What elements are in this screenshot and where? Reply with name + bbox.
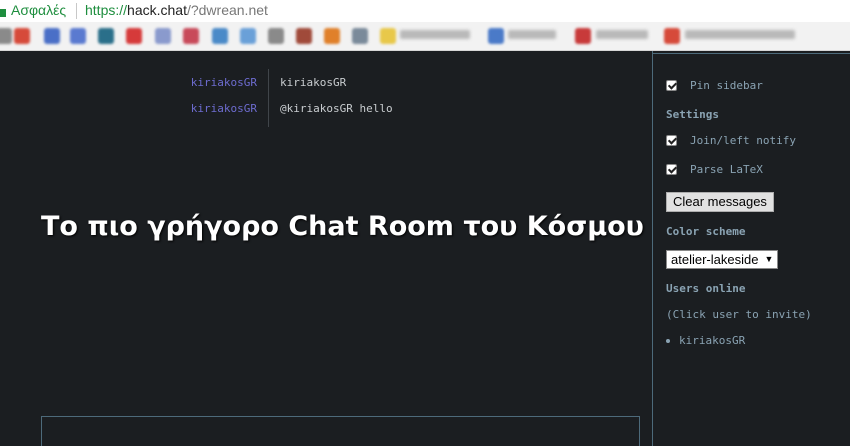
pin-sidebar-option[interactable]: Pin sidebar: [666, 79, 763, 92]
clear-messages-button[interactable]: Clear messages: [666, 192, 774, 212]
bookmark-icon[interactable]: [664, 28, 680, 44]
color-scheme-value: atelier-lakeside: [671, 252, 759, 267]
lock-icon: [0, 9, 6, 17]
pin-sidebar-checkbox[interactable]: [666, 80, 677, 91]
address-bar[interactable]: Ασφαλές https://hack.chat/?dwrean.net: [0, 0, 850, 22]
overlay-heading: Το πιο γρήγορο Chat Room του Κόσμου: [41, 211, 644, 242]
bookmark-icon[interactable]: [575, 28, 591, 44]
parse-latex-label: Parse LaTeX: [690, 163, 763, 176]
color-scheme-select[interactable]: atelier-lakeside ▼: [666, 250, 779, 269]
bookmark-label[interactable]: [400, 30, 470, 39]
message-text: kiriakosGR: [280, 76, 347, 89]
url-scheme: https://: [85, 2, 128, 18]
bookmark-icon[interactable]: [44, 28, 60, 44]
url-text[interactable]: https://hack.chat/?dwrean.net: [85, 2, 268, 18]
bookmark-icon[interactable]: [380, 28, 396, 44]
bookmark-icon[interactable]: [183, 28, 199, 44]
bookmark-icon[interactable]: [14, 28, 30, 44]
url-path: /?dwrean.net: [186, 2, 268, 18]
bullet-icon: [666, 338, 670, 343]
chat-message: kiriakosGR kiriakosGR: [0, 76, 652, 96]
nick-divider: [268, 69, 269, 127]
bookmark-icon[interactable]: [488, 28, 504, 44]
invite-hint: (Click user to invite): [666, 308, 812, 321]
bookmark-label[interactable]: [685, 30, 795, 39]
bookmark-icon[interactable]: [352, 28, 368, 44]
bookmark-icon[interactable]: [98, 28, 114, 44]
join-left-notify-option[interactable]: Join/left notify: [666, 134, 796, 147]
bookmark-icon[interactable]: [324, 28, 340, 44]
bookmark-icon[interactable]: [0, 28, 12, 44]
parse-latex-option[interactable]: Parse LaTeX: [666, 163, 763, 176]
bookmark-icon[interactable]: [296, 28, 312, 44]
chat-message: kiriakosGR @kiriakosGR hello: [0, 102, 652, 122]
bookmarks-bar: [0, 22, 850, 51]
message-text: @kiriakosGR hello: [280, 102, 393, 115]
join-left-notify-label: Join/left notify: [690, 134, 796, 147]
bookmark-icon[interactable]: [212, 28, 228, 44]
chat-input[interactable]: [41, 416, 640, 446]
message-nick[interactable]: kiriakosGR: [191, 102, 257, 115]
parse-latex-checkbox[interactable]: [666, 164, 677, 175]
bookmark-icon[interactable]: [155, 28, 171, 44]
url-host: hack.chat: [127, 2, 187, 18]
pin-sidebar-label: Pin sidebar: [690, 79, 763, 92]
user-list-item[interactable]: kiriakosGR: [666, 334, 745, 347]
bookmark-icon[interactable]: [240, 28, 256, 44]
app-window: Ασφαλές https://hack.chat/?dwrean.net ki…: [0, 0, 850, 446]
message-nick[interactable]: kiriakosGR: [191, 76, 257, 89]
address-separator: [76, 3, 77, 19]
users-online-heading: Users online: [666, 282, 746, 295]
sidebar: Pin sidebar Settings Join/left notify Pa…: [652, 51, 850, 446]
chat-area: kiriakosGR kiriakosGR kiriakosGR @kiriak…: [0, 51, 652, 446]
user-name[interactable]: kiriakosGR: [679, 334, 745, 347]
bookmark-icon[interactable]: [70, 28, 86, 44]
secure-label: Ασφαλές: [11, 2, 67, 18]
bookmark-icon[interactable]: [126, 28, 142, 44]
bookmark-label[interactable]: [596, 30, 648, 39]
color-scheme-heading: Color scheme: [666, 225, 746, 238]
join-left-notify-checkbox[interactable]: [666, 135, 677, 146]
bookmark-label[interactable]: [508, 30, 556, 39]
chevron-down-icon: ▼: [764, 254, 774, 264]
settings-heading: Settings: [666, 108, 719, 121]
bookmark-icon[interactable]: [268, 28, 284, 44]
sidebar-divider: [653, 53, 850, 54]
